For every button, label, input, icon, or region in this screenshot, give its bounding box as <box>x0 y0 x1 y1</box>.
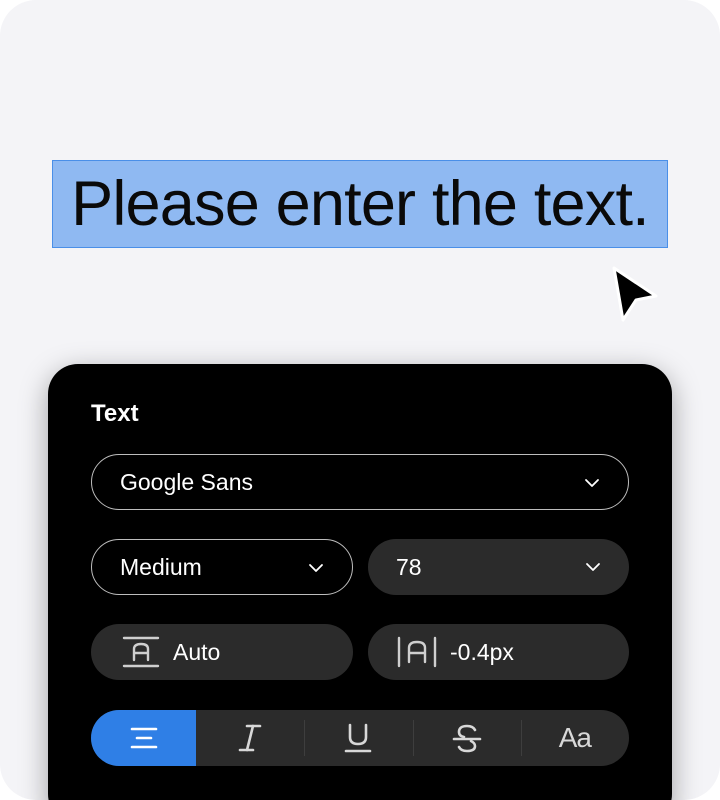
canvas: Please enter the text. Text Google Sans … <box>0 0 720 800</box>
line-height-icon <box>122 636 160 668</box>
font-family-select[interactable]: Google Sans <box>91 454 629 510</box>
font-size-select[interactable]: 78 <box>368 539 629 595</box>
font-weight-select[interactable]: Medium <box>91 539 353 595</box>
text-properties-panel: Text Google Sans Medium 78 Auto -0.4px A… <box>48 364 672 800</box>
align-center-button[interactable] <box>91 710 196 766</box>
font-family-value: Google Sans <box>120 468 253 495</box>
underline-button[interactable] <box>304 710 412 766</box>
mouse-pointer-icon <box>612 266 658 322</box>
text-case-button[interactable]: Aa <box>520 710 629 766</box>
italic-button[interactable] <box>196 710 304 766</box>
align-center-icon <box>130 727 157 749</box>
underline-icon <box>345 723 372 753</box>
letter-spacing-icon <box>397 636 437 668</box>
chevron-down-icon <box>309 564 323 572</box>
strikethrough-icon <box>452 724 481 753</box>
line-height-field[interactable]: Auto <box>91 624 353 680</box>
chevron-down-icon <box>585 479 599 487</box>
selected-text: Please enter the text. <box>71 169 650 239</box>
text-case-icon: Aa <box>558 722 592 753</box>
text-style-toolbar: Aa <box>91 710 629 766</box>
selected-text-box[interactable]: Please enter the text. <box>52 160 668 248</box>
strikethrough-button[interactable] <box>412 710 521 766</box>
panel-title: Text <box>91 400 139 427</box>
chevron-down-icon <box>586 563 600 571</box>
italic-icon <box>238 724 262 752</box>
letter-spacing-field[interactable]: -0.4px <box>368 624 629 680</box>
